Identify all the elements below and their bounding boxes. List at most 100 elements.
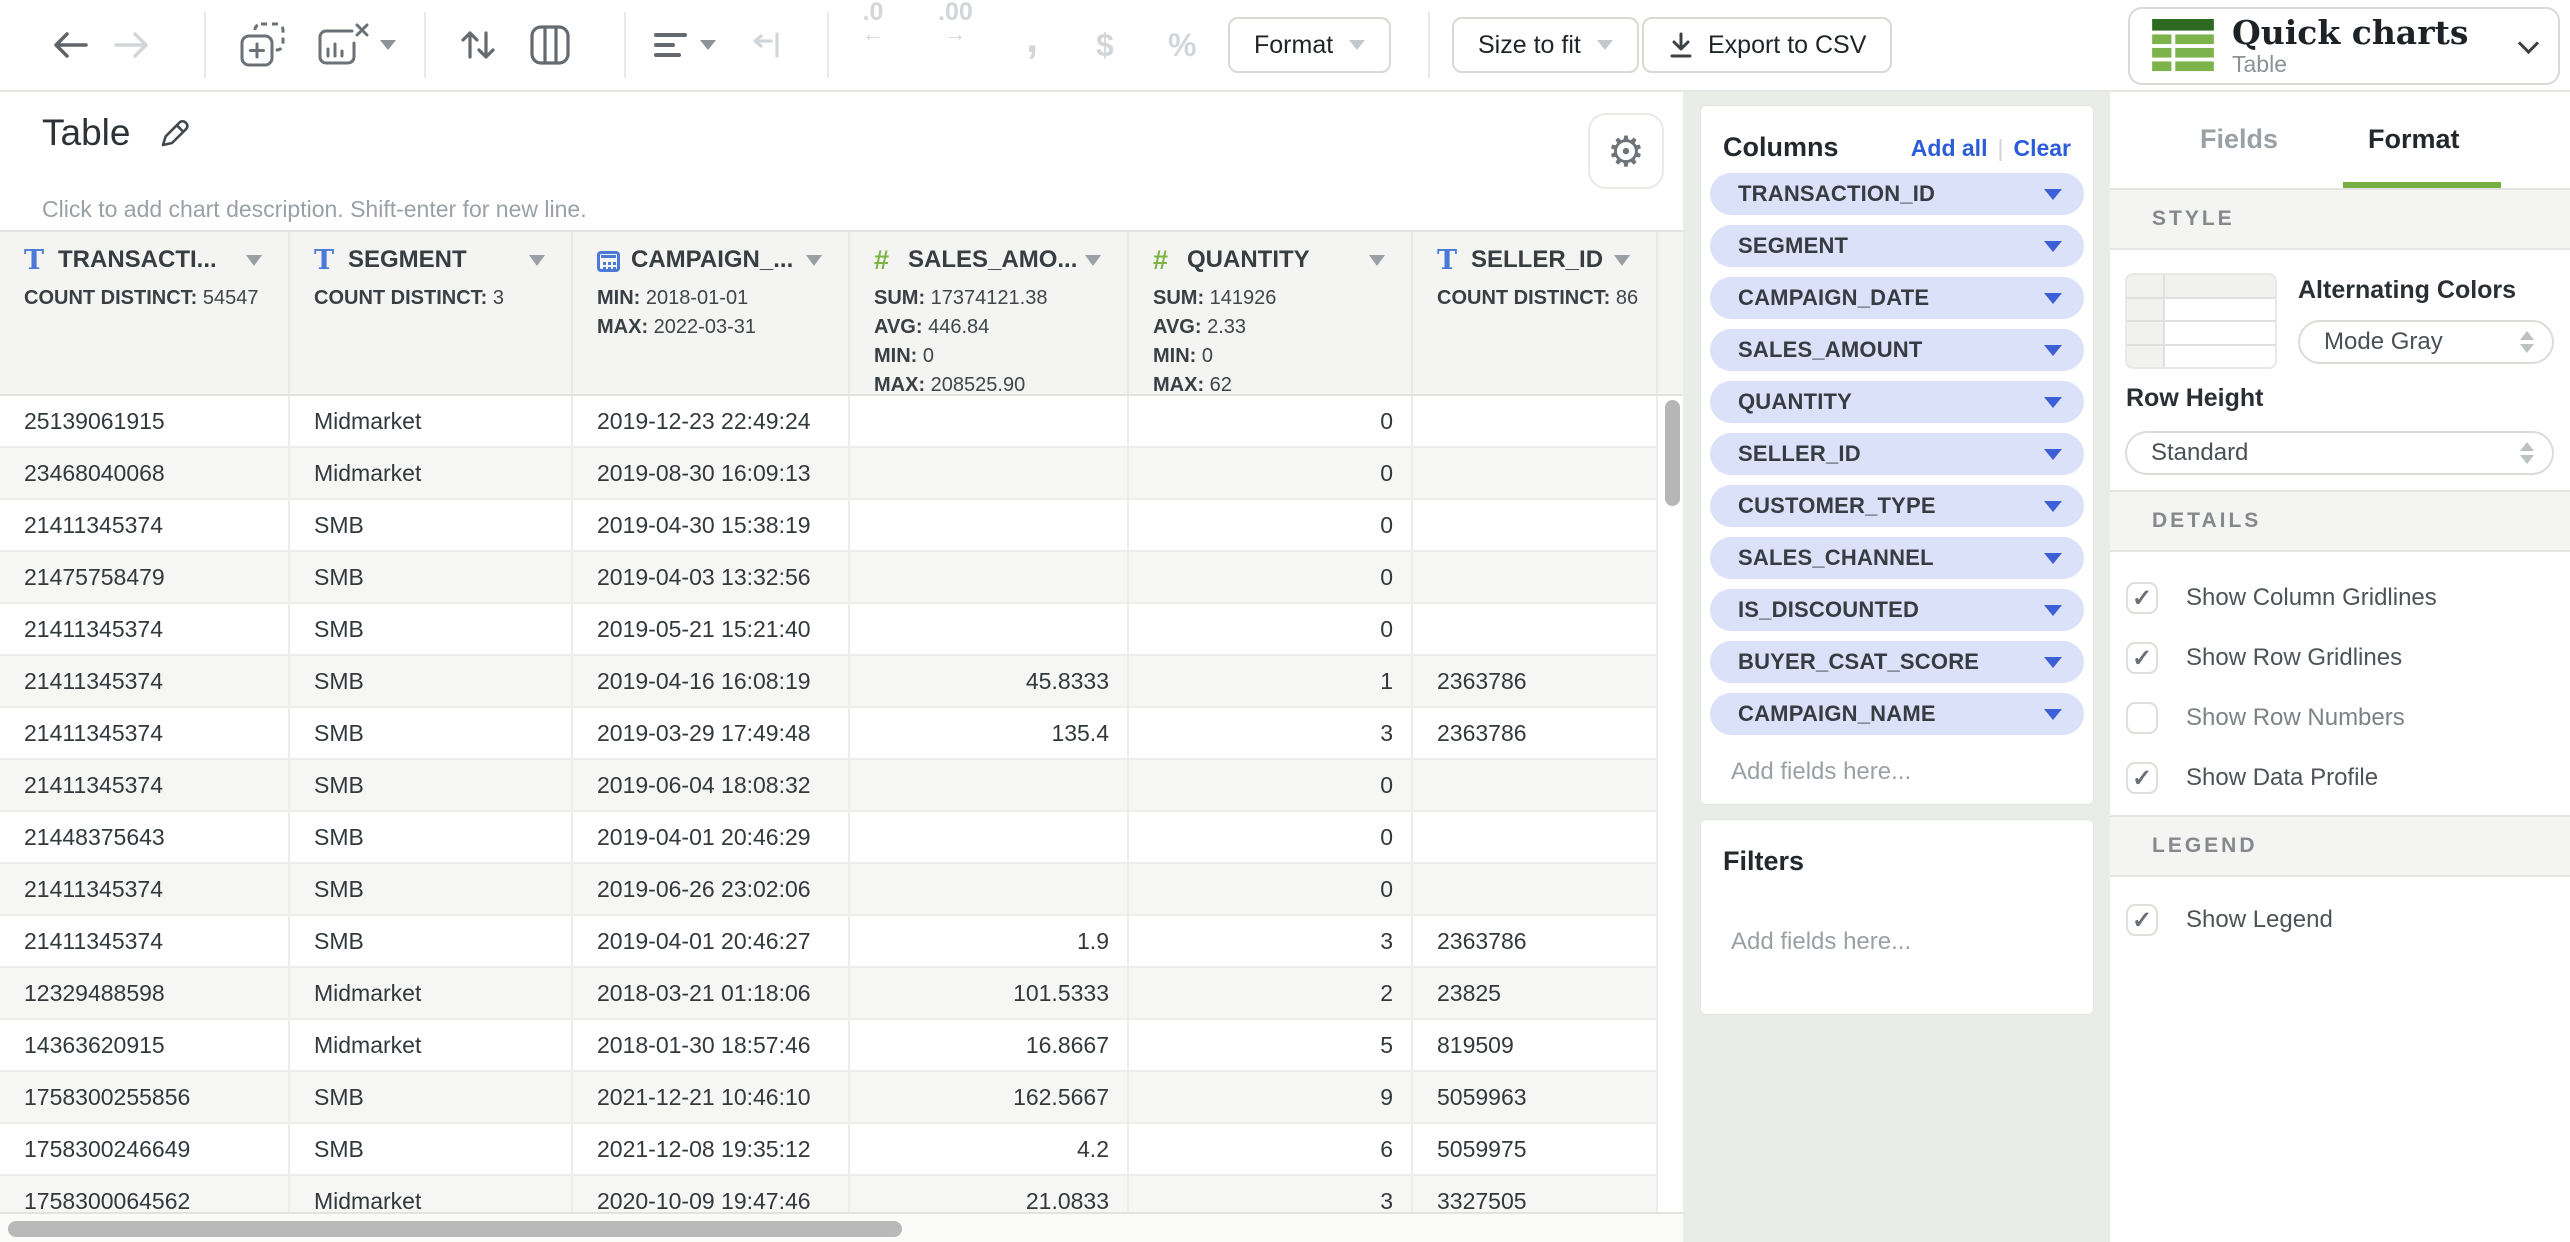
- table-column-header[interactable]: TSEGMENTCOUNT DISTINCT: 3: [290, 232, 573, 394]
- pill-menu-caret-icon[interactable]: [2044, 605, 2062, 616]
- table-chart-icon: [2152, 19, 2214, 73]
- percent-format-button[interactable]: %: [1168, 0, 1196, 90]
- table-row: 25139061915Midmarket2019-12-23 22:49:240: [0, 396, 1658, 448]
- table-column-header[interactable]: #SALES_AMO...SUM: 17374121.38AVG: 446.84…: [850, 232, 1129, 394]
- column-menu-caret-icon[interactable]: [246, 255, 262, 266]
- column-pill-campaign_date[interactable]: CAMPAIGN_DATE: [1710, 277, 2084, 319]
- column-pill-segment[interactable]: SEGMENT: [1710, 225, 2084, 267]
- column-pill-is_discounted[interactable]: IS_DISCOUNTED: [1710, 589, 2084, 631]
- pill-menu-caret-icon[interactable]: [2044, 189, 2062, 200]
- filters-panel-title: Filters: [1723, 846, 1804, 877]
- table-column-header[interactable]: CAMPAIGN_...MIN: 2018-01-01MAX: 2022-03-…: [573, 232, 850, 394]
- filters-add-fields-placeholder[interactable]: Add fields here...: [1731, 928, 1911, 956]
- column-name: QUANTITY: [1187, 246, 1310, 274]
- pill-label: SALES_CHANNEL: [1738, 545, 1934, 571]
- row-height-select[interactable]: Standard: [2125, 431, 2554, 475]
- alternating-colors-select[interactable]: Mode Gray: [2298, 320, 2554, 364]
- table-cell: 3: [1129, 708, 1413, 760]
- format-dropdown-button[interactable]: Format: [1228, 17, 1391, 73]
- pill-menu-caret-icon[interactable]: [2044, 449, 2062, 460]
- pill-menu-caret-icon[interactable]: [2044, 553, 2062, 564]
- pill-menu-caret-icon[interactable]: [2044, 293, 2062, 304]
- column-pill-buyer_csat_score[interactable]: BUYER_CSAT_SCORE: [1710, 641, 2084, 683]
- pill-label: SALES_AMOUNT: [1738, 337, 1923, 363]
- tab-format[interactable]: Format: [2368, 124, 2460, 155]
- column-menu-caret-icon[interactable]: [806, 255, 822, 266]
- pill-menu-caret-icon[interactable]: [2044, 345, 2062, 356]
- column-menu-caret-icon[interactable]: [1085, 255, 1101, 266]
- edit-pencil-icon[interactable]: [156, 115, 192, 151]
- column-layout-button[interactable]: [528, 0, 572, 90]
- align-button[interactable]: [652, 0, 716, 90]
- clear-link[interactable]: Clear: [2013, 135, 2071, 162]
- columns-add-fields-placeholder[interactable]: Add fields here...: [1731, 758, 1911, 786]
- back-button[interactable]: [50, 0, 90, 90]
- currency-format-button[interactable]: $: [1096, 0, 1114, 90]
- chart-picker-subtitle: Table: [2232, 52, 2468, 76]
- add-all-link[interactable]: Add all: [1911, 135, 1988, 162]
- pill-menu-caret-icon[interactable]: [2044, 397, 2062, 408]
- horizontal-scrollbar[interactable]: [8, 1221, 902, 1237]
- table-cell: Midmarket: [290, 396, 573, 448]
- checkbox-icon[interactable]: [2126, 702, 2158, 734]
- table-cell: 2019-05-21 15:21:40: [573, 604, 850, 656]
- checkbox-show-legend[interactable]: ✓Show Legend: [2126, 890, 2560, 950]
- checkbox-icon[interactable]: ✓: [2126, 582, 2158, 614]
- checkbox-icon[interactable]: ✓: [2126, 762, 2158, 794]
- decrease-decimal-button[interactable]: .0 ←: [862, 0, 884, 90]
- table-cell: [1413, 552, 1658, 604]
- table-cell: 5059975: [1413, 1124, 1658, 1176]
- export-csv-button[interactable]: Export to CSV: [1642, 17, 1892, 73]
- remove-chart-button[interactable]: [316, 0, 396, 90]
- table-cell: SMB: [290, 864, 573, 916]
- pill-label: IS_DISCOUNTED: [1738, 597, 1919, 623]
- pill-menu-caret-icon[interactable]: [2044, 501, 2062, 512]
- size-to-fit-button[interactable]: Size to fit: [1452, 17, 1639, 73]
- table-cell: 21411345374: [0, 604, 290, 656]
- column-stat: MIN: 2018-01-01: [597, 284, 848, 313]
- column-pill-campaign_name[interactable]: CAMPAIGN_NAME: [1710, 693, 2084, 735]
- column-pill-sales_amount[interactable]: SALES_AMOUNT: [1710, 329, 2084, 371]
- checkbox-show-row-numbers[interactable]: Show Row Numbers: [2126, 688, 2560, 748]
- thousands-separator-button[interactable]: ,: [1026, 0, 1038, 90]
- sort-button[interactable]: [458, 0, 498, 90]
- checkbox-icon[interactable]: ✓: [2126, 904, 2158, 936]
- checkbox-show-data-profile[interactable]: ✓Show Data Profile: [2126, 748, 2560, 808]
- column-pill-transaction_id[interactable]: TRANSACTION_ID: [1710, 173, 2084, 215]
- column-pill-quantity[interactable]: QUANTITY: [1710, 381, 2084, 423]
- table-cell: 2019-08-30 16:09:13: [573, 448, 850, 500]
- column-menu-caret-icon[interactable]: [1369, 255, 1385, 266]
- table-column-header[interactable]: TTRANSACTI...COUNT DISTINCT: 54547: [0, 232, 290, 394]
- pill-menu-caret-icon[interactable]: [2044, 709, 2062, 720]
- duplicate-chart-button[interactable]: [238, 0, 288, 90]
- column-menu-caret-icon[interactable]: [529, 255, 545, 266]
- column-pill-seller_id[interactable]: SELLER_ID: [1710, 433, 2084, 475]
- pill-menu-caret-icon[interactable]: [2044, 657, 2062, 668]
- vertical-scrollbar[interactable]: [1665, 400, 1680, 506]
- forward-button[interactable]: [112, 0, 152, 90]
- table-row: 21411345374SMB2019-03-29 17:49:48135.432…: [0, 708, 1658, 760]
- increase-decimal-button[interactable]: .00 →: [938, 0, 973, 90]
- column-pill-customer_type[interactable]: CUSTOMER_TYPE: [1710, 485, 2084, 527]
- remove-chart-icon: [316, 23, 370, 67]
- checkbox-show-row-gridlines[interactable]: ✓Show Row Gridlines: [2126, 628, 2560, 688]
- checkbox-show-column-gridlines[interactable]: ✓Show Column Gridlines: [2126, 568, 2560, 628]
- chart-title[interactable]: Table: [42, 112, 130, 154]
- chart-description-placeholder[interactable]: Click to add chart description. Shift-en…: [42, 196, 587, 223]
- column-name: SEGMENT: [348, 246, 467, 274]
- chart-type-picker[interactable]: Quick charts Table: [2128, 7, 2560, 85]
- pill-menu-caret-icon[interactable]: [2044, 241, 2062, 252]
- wrap-text-button[interactable]: [748, 0, 782, 90]
- table-cell: 2019-06-04 18:08:32: [573, 760, 850, 812]
- table-column-header[interactable]: #QUANTITYSUM: 141926AVG: 2.33MIN: 0MAX: …: [1129, 232, 1413, 394]
- checkbox-icon[interactable]: ✓: [2126, 642, 2158, 674]
- column-stat: MAX: 62: [1153, 371, 1411, 394]
- tab-fields[interactable]: Fields: [2200, 124, 2278, 155]
- chart-settings-button[interactable]: ⚙: [1588, 113, 1664, 189]
- table-cell: [850, 448, 1129, 500]
- column-menu-caret-icon[interactable]: [1614, 255, 1630, 266]
- table-row: 21411345374SMB2019-04-30 15:38:190: [0, 500, 1658, 552]
- column-pill-sales_channel[interactable]: SALES_CHANNEL: [1710, 537, 2084, 579]
- table-column-header[interactable]: TSELLER_IDCOUNT DISTINCT: 86: [1413, 232, 1658, 394]
- table-cell: 4.2: [850, 1124, 1129, 1176]
